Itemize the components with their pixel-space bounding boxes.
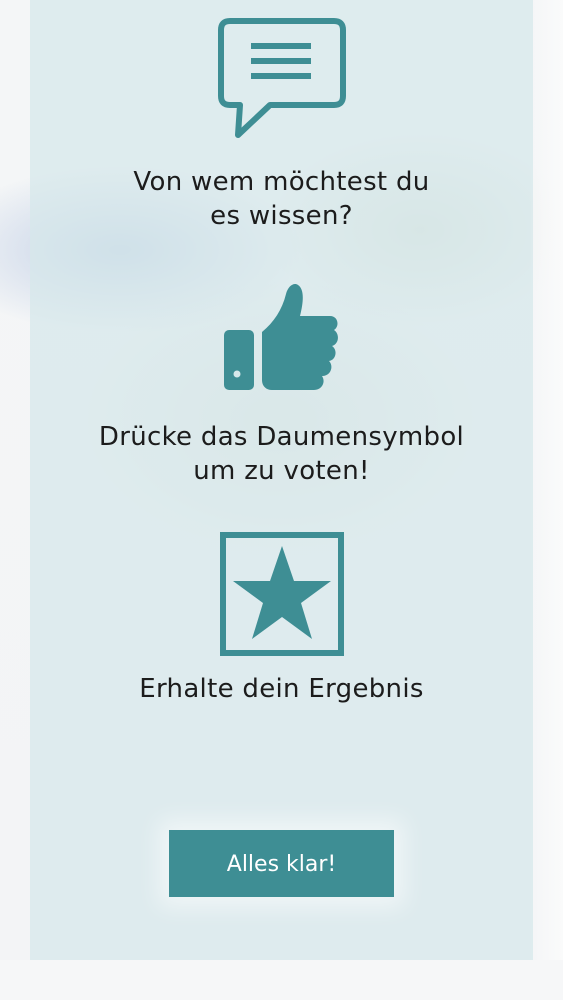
step-3-line-1: Erhalte dein Ergebnis bbox=[139, 674, 424, 704]
bottom-strip bbox=[0, 960, 563, 1000]
star-icon bbox=[219, 532, 344, 656]
confirm-button[interactable]: Alles klar! bbox=[169, 830, 394, 897]
chat-icon bbox=[217, 18, 346, 138]
step-2-line-2: um zu voten! bbox=[193, 456, 370, 486]
background-edge bbox=[531, 0, 563, 1000]
step-1-line-1: Von wem möchtest du bbox=[133, 167, 430, 197]
step-1-caption: Von wem möchtest du es wissen? bbox=[30, 165, 533, 233]
step-2-caption: Drücke das Daumensymbol um zu voten! bbox=[30, 420, 533, 488]
thumbs-up-icon bbox=[222, 282, 342, 394]
tutorial-screen: Von wem möchtest du es wissen? Drücke da… bbox=[0, 0, 563, 1000]
step-1-line-2: es wissen? bbox=[210, 201, 353, 231]
step-2-line-1: Drücke das Daumensymbol bbox=[98, 422, 465, 452]
step-3-caption: Erhalte dein Ergebnis bbox=[30, 672, 533, 706]
